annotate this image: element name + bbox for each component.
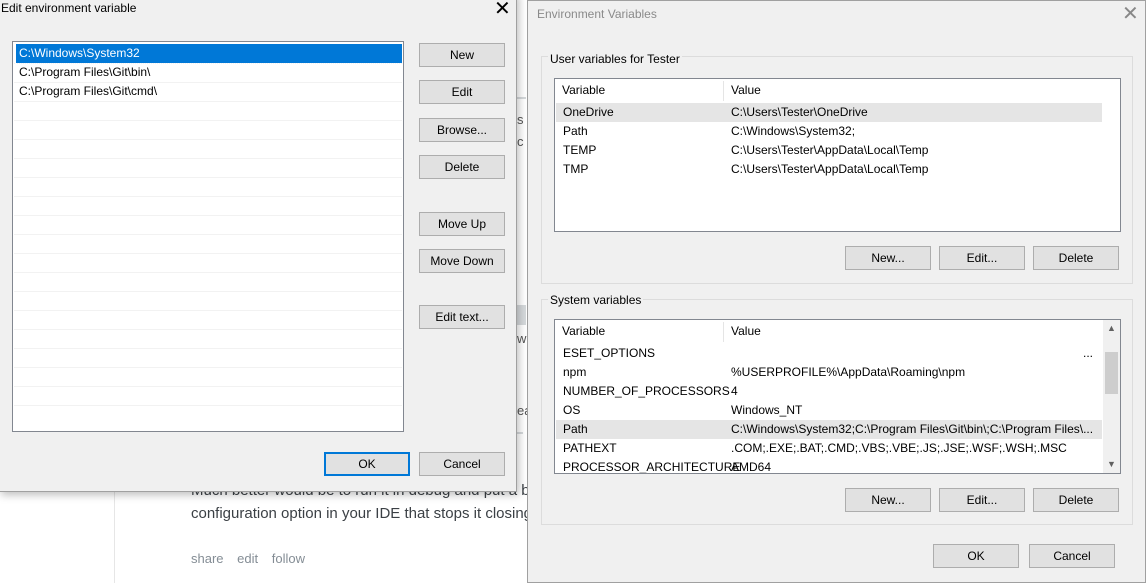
- path-entry-item[interactable]: C:\Program Files\Git\bin\: [16, 63, 402, 82]
- system-variable-row[interactable]: ESET_OPTIONS ...: [556, 344, 1102, 363]
- user-variable-row[interactable]: OneDrive C:\Users\Tester\OneDrive: [556, 103, 1102, 122]
- system-variables-list[interactable]: Variable Value ESET_OPTIONS ... npm %USE…: [554, 319, 1121, 474]
- user-new-button[interactable]: New...: [845, 246, 931, 270]
- system-variable-row[interactable]: OS Windows_NT: [556, 401, 1102, 420]
- background-fragment-s: s: [517, 112, 524, 127]
- user-delete-button[interactable]: Delete: [1033, 246, 1119, 270]
- variable-name: TEMP: [563, 143, 597, 157]
- system-variable-row[interactable]: PATHEXT .COM;.EXE;.BAT;.CMD;.VBS;.VBE;.J…: [556, 439, 1102, 458]
- variable-value: %USERPROFILE%\AppData\Roaming\npm: [731, 365, 966, 379]
- column-header-value[interactable]: Value: [724, 79, 1104, 101]
- system-variable-row[interactable]: PROCESSOR_ARCHITECTURE AMD64: [556, 458, 1102, 474]
- variable-name: PATHEXT: [563, 441, 617, 455]
- environment-variables-dialog: Environment Variables ✕ User variables f…: [527, 0, 1146, 583]
- cancel-button[interactable]: Cancel: [1029, 544, 1115, 568]
- variable-value: C:\Users\Tester\AppData\Local\Temp: [731, 162, 929, 176]
- variable-name: npm: [563, 365, 587, 379]
- user-variable-row[interactable]: TMP C:\Users\Tester\AppData\Local\Temp: [556, 160, 1102, 179]
- user-variables-list[interactable]: Variable Value OneDrive C:\Users\Tester\…: [554, 78, 1121, 232]
- column-header-variable[interactable]: Variable: [555, 320, 723, 342]
- edit-environment-variable-dialog: Edit environment variable ✕ C:\Windows\S…: [0, 0, 517, 492]
- ok-button[interactable]: OK: [324, 452, 410, 476]
- background-fragment-c: c: [517, 134, 524, 149]
- background-mark: [517, 305, 526, 325]
- background-answer-line-2: configuration option in your IDE that st…: [191, 505, 533, 522]
- system-variable-row[interactable]: npm %USERPROFILE%\AppData\Roaming\npm: [556, 363, 1102, 382]
- background-share-link[interactable]: share: [191, 551, 224, 566]
- system-variable-row[interactable]: Path C:\Windows\System32;C:\Program File…: [556, 420, 1102, 439]
- user-variable-row[interactable]: TEMP C:\Users\Tester\AppData\Local\Temp: [556, 141, 1102, 160]
- variable-value: 4: [731, 384, 738, 398]
- path-entries-list[interactable]: C:\Windows\System32 C:\Program Files\Git…: [12, 41, 404, 432]
- new-button[interactable]: New: [419, 43, 505, 67]
- user-edit-button[interactable]: Edit...: [939, 246, 1025, 270]
- background-mark: [517, 432, 523, 434]
- dialog-title: Edit environment variable: [1, 1, 137, 15]
- variable-name: Path: [563, 422, 588, 436]
- edit-button[interactable]: Edit: [419, 80, 505, 104]
- scroll-down-icon[interactable]: ▼: [1103, 456, 1120, 473]
- variable-name: TMP: [563, 162, 589, 176]
- path-entry-item[interactable]: C:\Windows\System32: [15, 43, 403, 64]
- user-variable-row[interactable]: Path C:\Windows\System32;: [556, 122, 1102, 141]
- variable-name: OS: [563, 403, 581, 417]
- system-delete-button[interactable]: Delete: [1033, 488, 1119, 512]
- user-variables-label: User variables for Tester: [548, 52, 682, 66]
- variable-name: NUMBER_OF_PROCESSORS: [563, 384, 730, 398]
- cancel-button[interactable]: Cancel: [419, 452, 505, 476]
- variable-value: ...: [1083, 346, 1094, 360]
- system-edit-button[interactable]: Edit...: [939, 488, 1025, 512]
- background-follow-link[interactable]: follow: [272, 551, 305, 566]
- background-post-menu: share edit follow: [191, 551, 315, 566]
- dialog-title: Environment Variables: [537, 7, 657, 21]
- variable-name: Path: [563, 124, 588, 138]
- variable-value: C:\Users\Tester\AppData\Local\Temp: [731, 143, 929, 157]
- variable-value: C:\Windows\System32;: [731, 124, 856, 138]
- background-fragment-w: w: [517, 331, 527, 346]
- column-header-variable[interactable]: Variable: [555, 79, 723, 101]
- variable-name: PROCESSOR_ARCHITECTURE: [563, 460, 741, 474]
- variable-value: .COM;.EXE;.BAT;.CMD;.VBS;.VBE;.JS;.JSE;.…: [731, 441, 1067, 455]
- path-entry-item[interactable]: C:\Program Files\Git\cmd\: [16, 82, 402, 101]
- variable-value: C:\Users\Tester\OneDrive: [731, 105, 868, 119]
- ok-button[interactable]: OK: [933, 544, 1019, 568]
- move-up-button[interactable]: Move Up: [419, 212, 505, 236]
- edit-text-button[interactable]: Edit text...: [419, 305, 505, 329]
- vertical-scrollbar[interactable]: ▲ ▼: [1103, 320, 1120, 473]
- browse-button[interactable]: Browse...: [419, 118, 505, 142]
- close-icon[interactable]: ✕: [494, 0, 511, 19]
- background-mark: [517, 97, 526, 99]
- delete-button[interactable]: Delete: [419, 155, 505, 179]
- background-divider: [114, 490, 115, 583]
- scroll-up-icon[interactable]: ▲: [1103, 320, 1120, 337]
- variable-name: OneDrive: [563, 105, 614, 119]
- variable-value: Windows_NT: [731, 403, 803, 417]
- move-down-button[interactable]: Move Down: [419, 249, 505, 273]
- variable-name: ESET_OPTIONS: [563, 346, 656, 360]
- system-new-button[interactable]: New...: [845, 488, 931, 512]
- variable-value: AMD64: [731, 460, 772, 474]
- scrollbar-thumb[interactable]: [1105, 352, 1118, 394]
- column-header-value[interactable]: Value: [724, 320, 1104, 342]
- variable-value: C:\Windows\System32;C:\Program Files\Git…: [731, 422, 1094, 436]
- close-icon[interactable]: ✕: [1122, 4, 1139, 24]
- system-variables-label: System variables: [548, 293, 644, 307]
- system-variable-row[interactable]: NUMBER_OF_PROCESSORS 4: [556, 382, 1102, 401]
- background-edit-link[interactable]: edit: [237, 551, 258, 566]
